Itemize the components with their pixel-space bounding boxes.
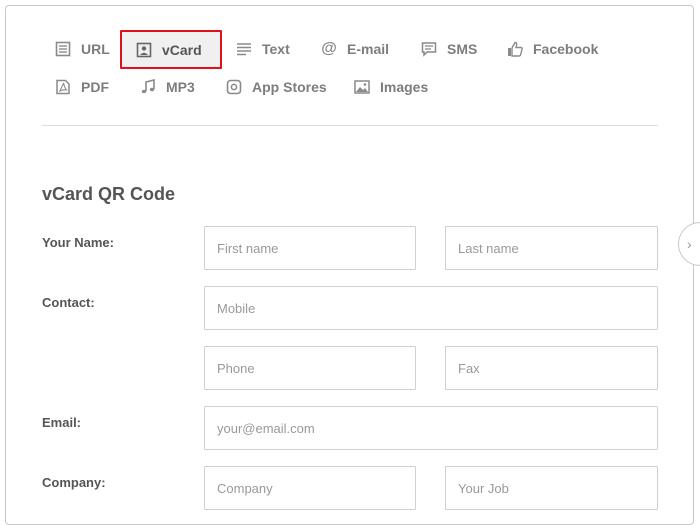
message-icon [421,41,437,57]
tab-text[interactable]: Text [236,33,290,65]
tab-images-label: Images [380,79,429,95]
contact-label: Contact: [42,295,95,310]
document-lines-icon [55,41,71,57]
tab-sms-label: SMS [447,41,478,57]
last-name-input[interactable] [445,226,658,270]
tab-vcard-label: vCard [162,41,202,58]
image-icon [354,79,370,95]
tabs-divider [42,125,658,126]
name-label: Your Name: [42,235,114,250]
phone-input[interactable] [204,346,416,390]
text-lines-icon [236,41,252,57]
tab-url-label: URL [81,41,110,57]
app-icon [226,79,242,95]
pdf-icon [55,79,71,95]
tab-pdf[interactable]: PDF [55,71,109,103]
tab-mp3[interactable]: MP3 [140,71,195,103]
job-input[interactable] [445,466,658,510]
email-input[interactable] [204,406,658,450]
email-label: Email: [42,415,82,430]
tab-app-stores-label: App Stores [252,79,327,95]
mobile-input[interactable] [204,286,658,330]
company-label: Company: [42,475,106,490]
company-input[interactable] [204,466,416,510]
tab-images[interactable]: Images [354,71,428,103]
tab-sms[interactable]: SMS [421,33,477,65]
tab-url[interactable]: URL [55,33,110,65]
fax-input[interactable] [445,346,658,390]
contact-card-icon [136,42,152,58]
tab-text-label: Text [262,41,290,57]
thumbs-up-icon [507,41,523,57]
tab-vcard[interactable]: vCard [120,30,222,69]
tab-email-label: E-mail [347,41,390,57]
tab-mp3-label: MP3 [166,79,195,95]
tab-app-stores[interactable]: App Stores [226,71,327,103]
tab-pdf-label: PDF [81,79,109,95]
first-name-input[interactable] [204,226,416,270]
chevron-right-icon: › [687,236,692,252]
form-title: vCard QR Code [42,184,176,204]
music-note-icon [140,79,156,95]
tab-facebook-label: Facebook [533,41,599,57]
tab-facebook[interactable]: Facebook [507,33,598,65]
at-sign-icon: @ [321,40,337,57]
tab-email[interactable]: @ E-mail [321,33,389,65]
